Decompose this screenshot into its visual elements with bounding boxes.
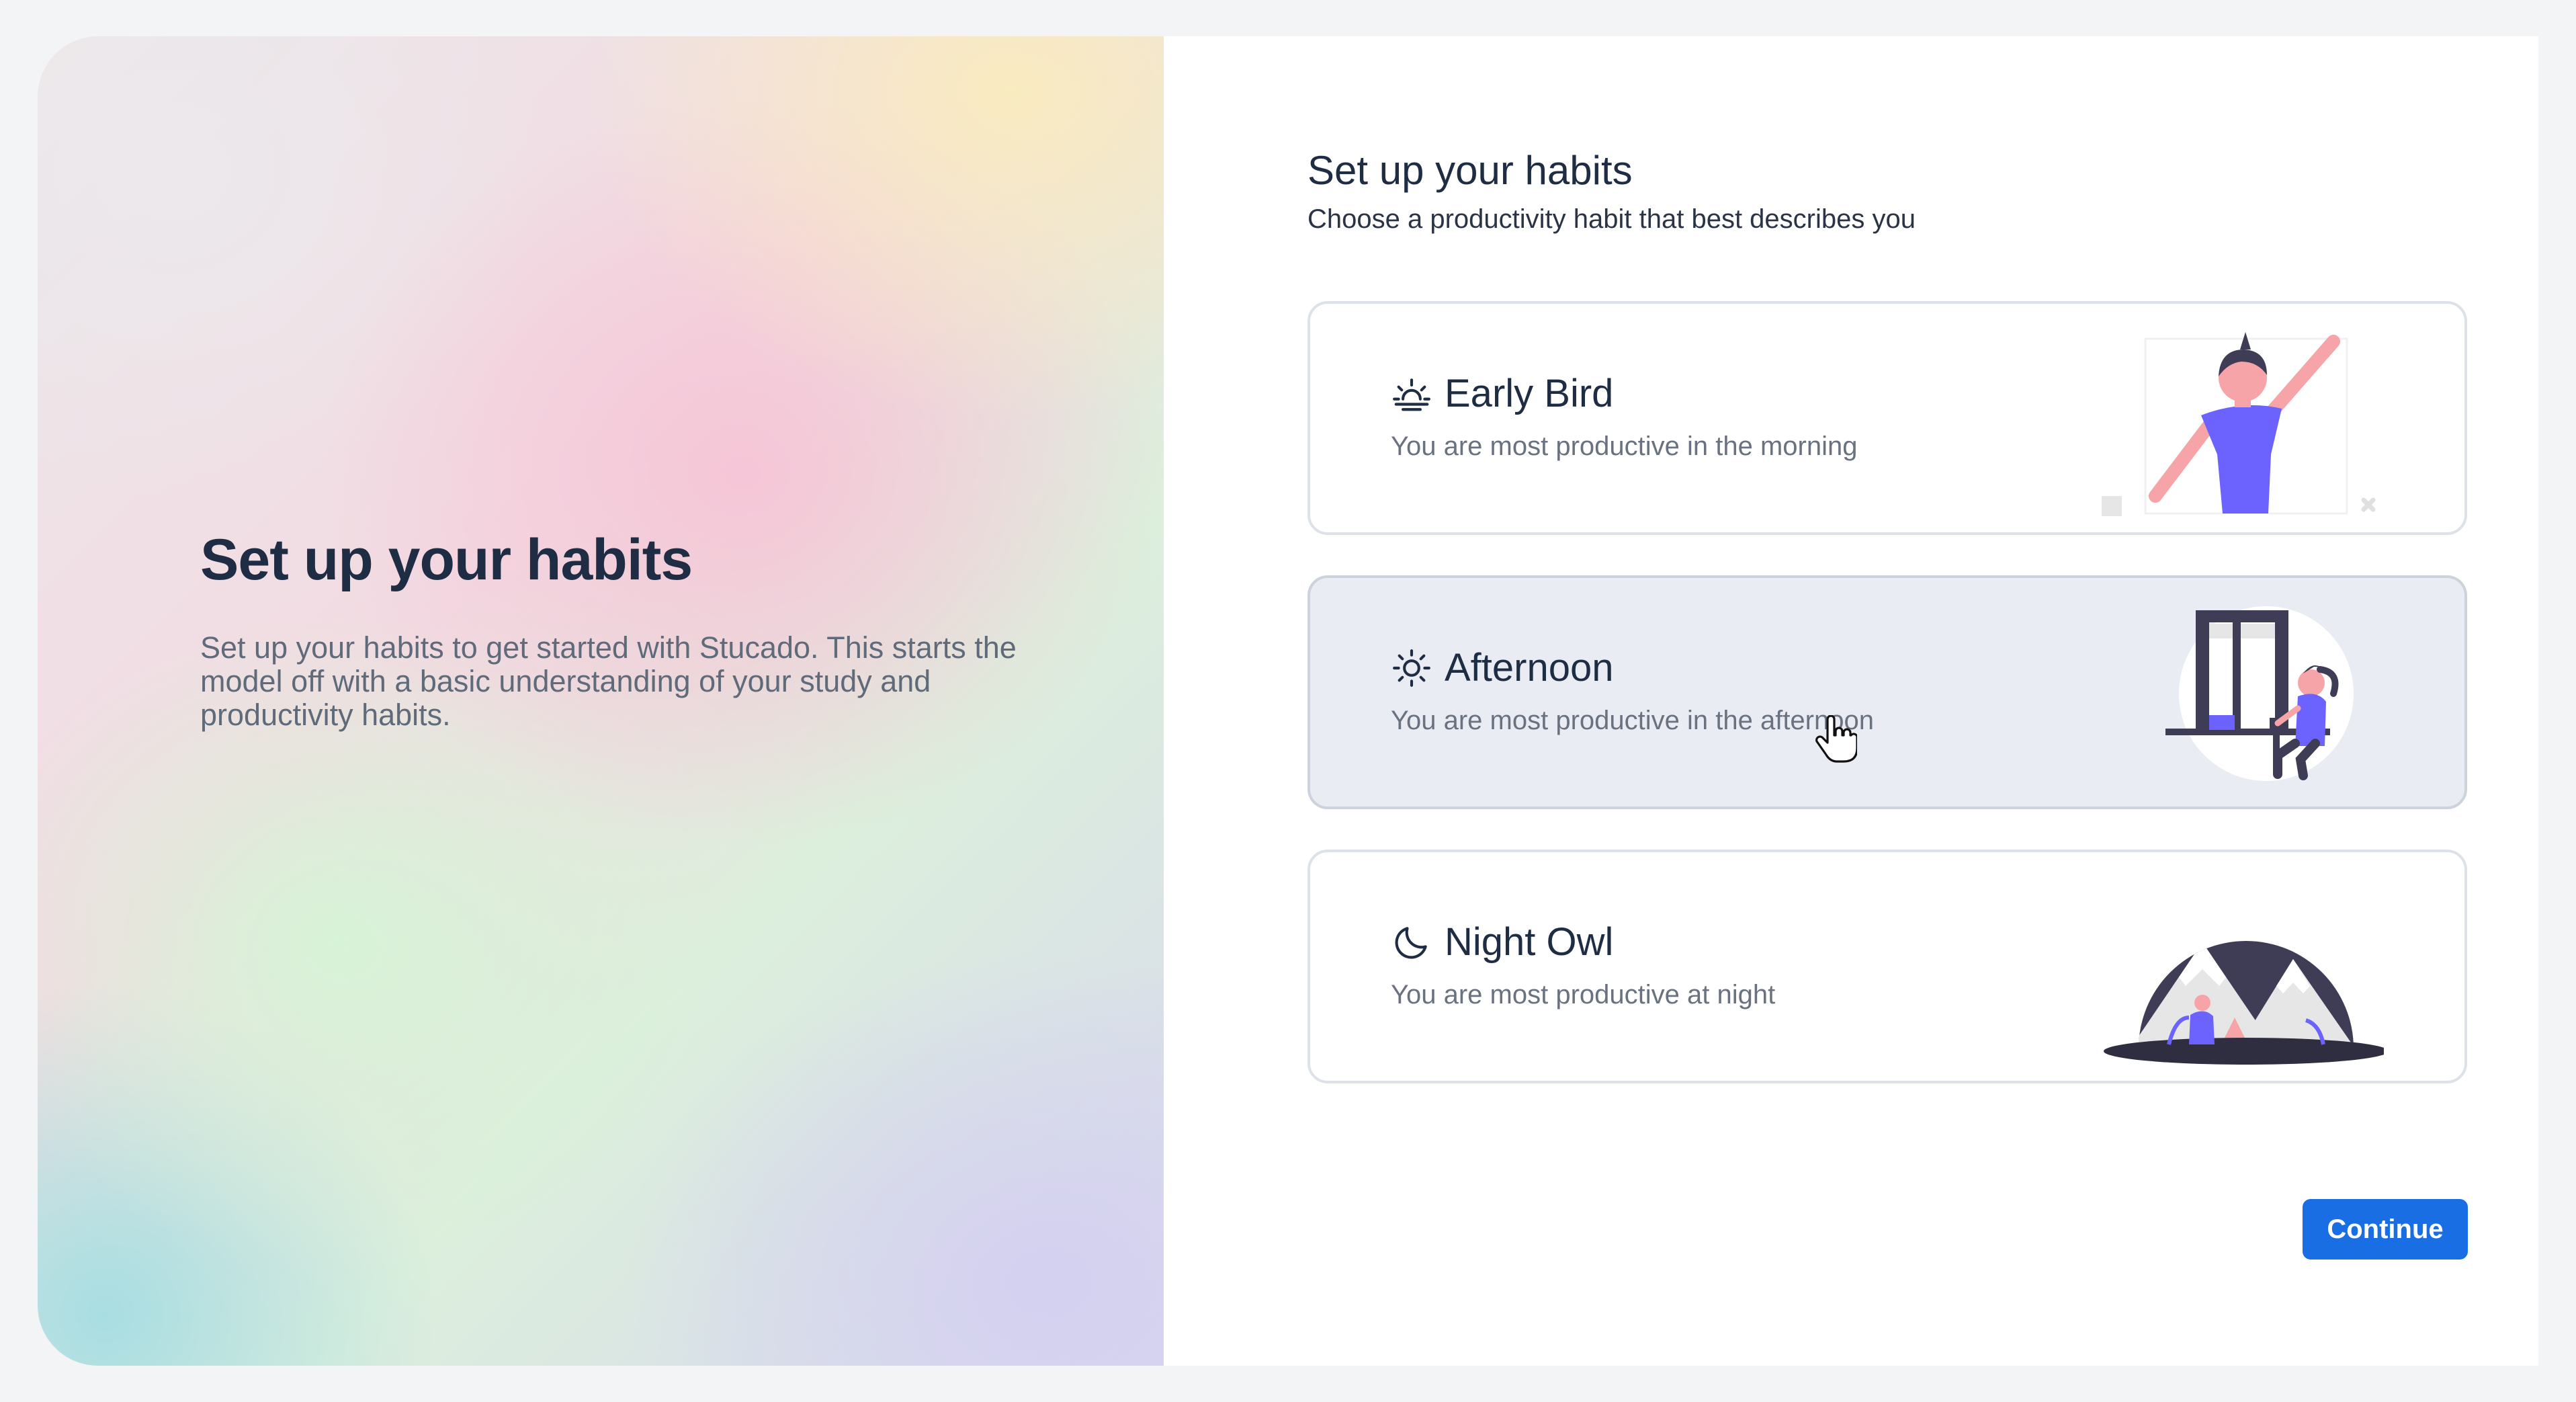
sunrise-icon (1393, 378, 1430, 411)
habit-option-early-bird[interactable]: Early Bird You are most productive in th… (1307, 301, 2467, 535)
intro-panel: Set up your habits Set up your habits to… (38, 36, 1164, 1366)
habit-option-header: Early Bird (1391, 371, 1613, 416)
app-frame: Set up your habits Set up your habits to… (38, 36, 2538, 1366)
habit-option-description: You are most productive in the morning (1391, 431, 1858, 461)
moon-icon (1395, 926, 1427, 958)
habit-option-description: You are most productive in the afternoon (1391, 706, 1874, 735)
form-title: Set up your habits (1307, 148, 1633, 193)
habit-option-header: Night Owl (1391, 919, 1613, 964)
continue-button[interactable]: Continue (2303, 1199, 2468, 1260)
habit-option-title: Night Owl (1445, 920, 1614, 964)
habit-option-afternoon[interactable]: Afternoon You are most productive in the… (1307, 575, 2467, 809)
afternoon-illustration (2165, 606, 2354, 781)
habit-option-title: Afternoon (1445, 646, 1614, 690)
night-owl-illustration (2104, 941, 2384, 1065)
early-bird-illustration (2102, 332, 2376, 516)
habit-option-header: Afternoon (1391, 645, 1614, 690)
habit-option-night-owl[interactable]: Night Owl You are most productive at nig… (1307, 850, 2467, 1083)
habit-form: Set up your habits Choose a productivity… (1164, 36, 2538, 1366)
intro-title: Set up your habits (200, 528, 693, 592)
form-subtitle: Choose a productivity habit that best de… (1307, 204, 1916, 234)
intro-description: Set up your habits to get started with S… (200, 630, 1017, 732)
habit-option-description: You are most productive at night (1391, 980, 1776, 1009)
habit-option-title: Early Bird (1445, 372, 1614, 415)
sun-icon (1393, 649, 1430, 687)
